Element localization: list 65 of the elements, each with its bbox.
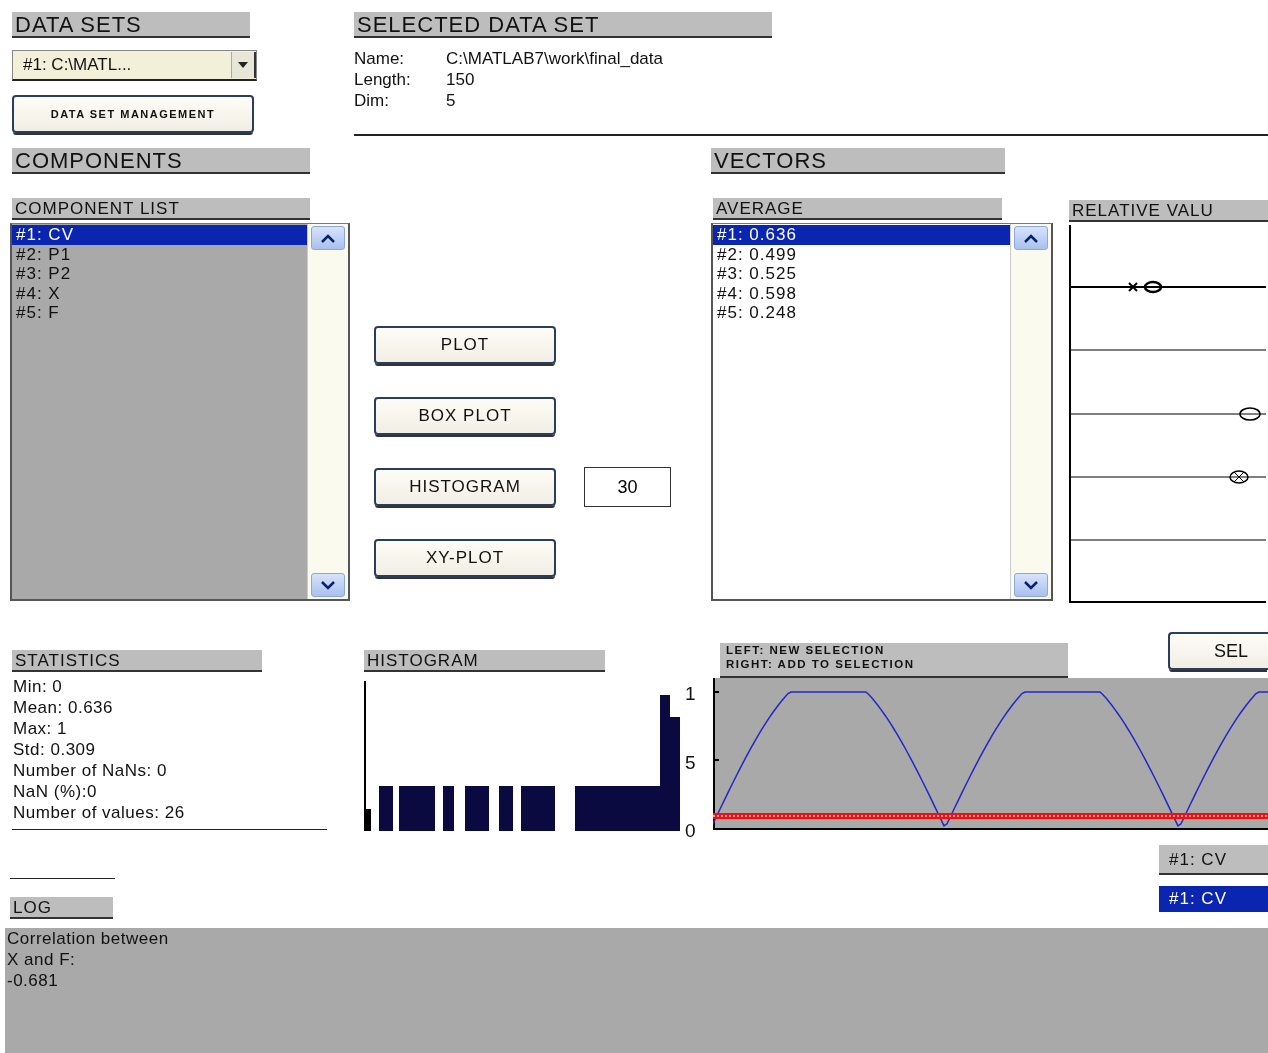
chevron-down-icon: [1024, 580, 1038, 590]
axis-tick-label: 1: [685, 684, 696, 703]
field-label: Dim:: [354, 90, 390, 111]
list-item[interactable]: #4: 0.598: [713, 283, 1010, 303]
statistic-text: Mean: 0.636: [13, 697, 114, 718]
histogram-bar: [499, 786, 513, 831]
caret-icon: [238, 62, 248, 68]
histogram-bar: [521, 786, 555, 831]
scroll-up-button[interactable]: [311, 226, 345, 250]
field-value: 5: [446, 90, 457, 111]
list-item[interactable]: #5: F: [12, 303, 307, 323]
dataset-dropdown[interactable]: #1: C:\MATL...: [12, 50, 257, 81]
section-header: VECTORS: [711, 148, 1005, 174]
histogram-bar: [379, 786, 393, 831]
statistic-text: Std: 0.309: [13, 739, 97, 760]
section-header: DATA SETS: [12, 12, 250, 38]
histogram-bar: [465, 786, 489, 831]
section-header: STATISTICS: [12, 650, 262, 672]
action-button[interactable]: XY-PLOT: [374, 539, 556, 577]
scroll-up-button[interactable]: [1014, 226, 1048, 250]
component-indicator: #1: CV: [1159, 845, 1268, 875]
statistic-text: Min: 0: [13, 676, 64, 697]
histogram-bar: [366, 809, 371, 831]
field-value: C:\MATLAB7\work\final_data: [446, 48, 663, 69]
statistic-text: Number of values: 26: [13, 802, 186, 823]
select-button[interactable]: SEL: [1168, 632, 1268, 670]
list-item[interactable]: #4: X: [12, 283, 307, 303]
axis-tick-label: 0: [685, 821, 696, 840]
statistic-text: Max: 1: [13, 718, 69, 739]
action-button[interactable]: PLOT: [374, 326, 556, 364]
bins-input[interactable]: 30: [584, 467, 671, 507]
log-text: -0.681: [7, 970, 60, 991]
section-header: RELATIVE VALU: [1069, 200, 1268, 222]
section-header: HISTOGRAM: [364, 650, 605, 672]
section-header: SELECTED DATA SET: [354, 12, 772, 38]
log-text: Correlation between: [7, 928, 170, 949]
action-button[interactable]: BOX PLOT: [374, 397, 556, 435]
instruction-text: LEFT: NEW SELECTION RIGHT: ADD TO SELECTION: [720, 643, 1068, 678]
scroll-down-button[interactable]: [1014, 573, 1048, 597]
section-header: AVERAGE: [713, 198, 1002, 220]
action-button[interactable]: HISTOGRAM: [374, 468, 556, 506]
field-value: 150: [446, 69, 476, 90]
field-label: Name:: [354, 48, 406, 69]
chevron-up-icon: [1024, 233, 1038, 243]
histogram-bar: [443, 786, 454, 831]
chevron-down-icon: [321, 580, 335, 590]
list-item[interactable]: #3: 0.525: [713, 264, 1010, 284]
data-set-management-button[interactable]: DATA SET MANAGEMENT: [12, 95, 254, 133]
field-label: Length:: [354, 69, 412, 90]
statistic-text: Number of NaNs: 0: [13, 760, 168, 781]
list-item[interactable]: #1: CV: [12, 225, 307, 245]
scroll-down-button[interactable]: [311, 573, 345, 597]
log-text: X and F:: [7, 949, 77, 970]
section-header: COMPONENT LIST: [12, 198, 310, 220]
list-item[interactable]: #2: 0.499: [713, 244, 1010, 264]
axis-tick-label: 5: [685, 752, 696, 772]
list-item[interactable]: #2: P1: [12, 244, 307, 264]
section-header: COMPONENTS: [12, 148, 310, 174]
list-item[interactable]: #3: P2: [12, 264, 307, 284]
list-item[interactable]: #1: 0.636: [713, 225, 1010, 245]
section-header: LOG: [10, 897, 113, 919]
list-item[interactable]: #5: 0.248: [713, 303, 1010, 323]
chevron-up-icon: [321, 233, 335, 243]
component-indicator: #1: CV: [1159, 886, 1268, 912]
statistic-text: NaN (%):0: [13, 781, 98, 802]
